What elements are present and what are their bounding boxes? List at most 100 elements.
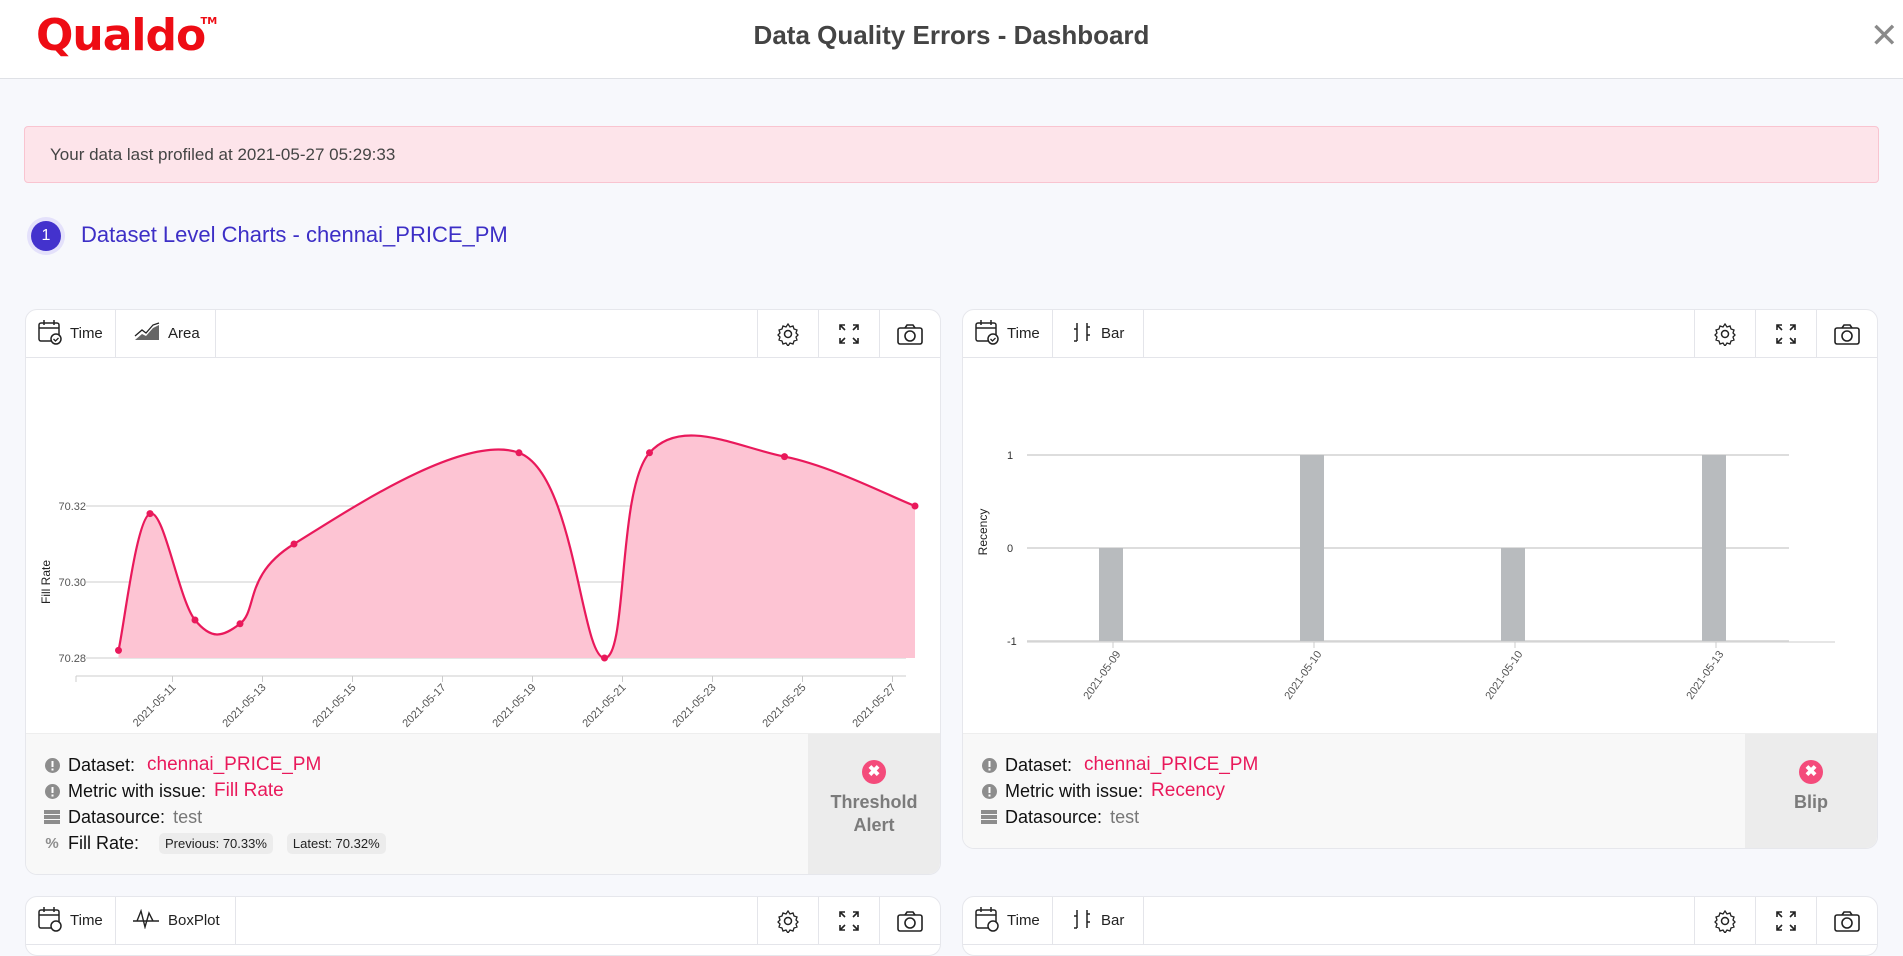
previous-value-chip: Previous: 70.33% (159, 832, 273, 854)
chart-info-footer: Dataset: chennai_PRICE_PM Metric with iss… (26, 733, 940, 874)
status-text: Blip (1794, 792, 1828, 812)
dataset-label: Dataset: (68, 754, 136, 775)
status-text-line2: Alert (853, 815, 895, 835)
expand-icon[interactable] (818, 310, 879, 357)
metric-label: Metric with issue: (68, 780, 207, 801)
calendar-check-icon (975, 319, 999, 349)
page-title: Data Quality Errors - Dashboard (753, 20, 1150, 50)
expand-icon[interactable] (818, 897, 879, 944)
bar (1300, 455, 1324, 641)
x-tick-label: 2021-05-11 (131, 682, 179, 730)
y-tick-label: 70.32 (58, 501, 86, 513)
time-button[interactable]: Time (963, 897, 1053, 944)
camera-icon[interactable] (879, 310, 940, 357)
gear-icon[interactable] (757, 897, 818, 944)
data-point (191, 616, 199, 624)
bar-chart-icon (1071, 908, 1093, 934)
datasource-label: Datasource: (1005, 806, 1103, 827)
time-label: Time (70, 912, 103, 929)
info-list: Dataset: chennai_PRICE_PM Metric with iss… (44, 752, 386, 856)
time-button[interactable]: Time (26, 897, 116, 944)
fill-rate-label: Fill Rate: (68, 832, 140, 853)
gear-icon[interactable] (1694, 310, 1755, 357)
latest-value-chip: Latest: 70.32% (286, 832, 386, 854)
datasource-value: test (1110, 806, 1140, 827)
server-icon (44, 809, 60, 825)
exclamation-circle-icon (44, 783, 60, 799)
area-chart-icon (134, 321, 160, 346)
chart-card-recency: Time Bar -1 0 1 Recency 2021-05-09 2021-05-10… (962, 309, 1878, 849)
gear-icon[interactable] (1694, 897, 1755, 944)
chart-type-bar-button[interactable]: Bar (1053, 310, 1144, 357)
x-tick-label: 2021-05-15 (310, 682, 358, 730)
gear-icon[interactable] (757, 310, 818, 357)
exclamation-circle-icon (981, 783, 997, 799)
chart-card-boxplot: Time BoxPlot (25, 896, 941, 956)
chart-toolbar: Time Bar (963, 310, 1877, 358)
x-tick-label: 2021-05-10 (1282, 649, 1324, 702)
calendar-check-icon (38, 319, 62, 349)
header: Qualdo TM Data Quality Errors - Dashboard… (0, 0, 1903, 79)
camera-icon[interactable] (879, 897, 940, 944)
time-button[interactable]: Time (26, 310, 116, 357)
camera-icon[interactable] (1816, 897, 1877, 944)
exclamation-circle-icon (44, 757, 60, 773)
y-axis-label: Fill Rate (39, 560, 53, 604)
boxplot-icon (132, 908, 160, 933)
chart-type-label: Area (168, 325, 200, 342)
dataset-label: Dataset: (1005, 754, 1073, 775)
expand-icon[interactable] (1755, 310, 1816, 357)
x-tick-label: 2021-05-10 (1483, 649, 1525, 702)
data-point (290, 540, 298, 548)
chart-card-bar-2: Time Bar (962, 896, 1878, 956)
chart-toolbar: Time BoxPlot (26, 897, 940, 945)
data-point (146, 510, 154, 518)
close-icon[interactable]: ✕ (1870, 18, 1900, 54)
chart-card-fill-rate: Time Area 70.28 70.30 70.32 Fill Rate 2021-0… (25, 309, 941, 875)
percent-icon: % (45, 834, 59, 852)
info-list: Dataset: chennai_PRICE_PM Metric with iss… (981, 752, 1258, 830)
status-panel: ✖ Blip (1745, 734, 1877, 848)
data-point (781, 453, 788, 461)
x-tick-label: 2021-05-27 (850, 682, 898, 730)
time-button[interactable]: Time (963, 310, 1053, 357)
chart-toolbar: Time Area (26, 310, 940, 358)
status-text-line1: Threshold (830, 792, 918, 812)
datasource-label: Datasource: (68, 806, 166, 827)
data-point (911, 502, 919, 510)
calendar-check-icon (975, 906, 999, 936)
server-icon (981, 809, 997, 825)
metric-label: Metric with issue: (1005, 780, 1144, 801)
step-badge: 1 (27, 217, 65, 255)
chart-toolbar: Time Bar (963, 897, 1877, 945)
exclamation-circle-icon (981, 757, 997, 773)
y-tick-label: 0 (1007, 543, 1013, 555)
recency-bar-chart: -1 0 1 Recency 2021-05-09 2021-05-10 2021-05-1… (976, 450, 1835, 702)
data-point (646, 449, 653, 457)
chart-type-bar-button[interactable]: Bar (1053, 897, 1144, 944)
x-tick-label: 2021-05-23 (670, 682, 718, 730)
x-tick-label: 2021-05-19 (490, 682, 538, 730)
section-title: Dataset Level Charts - chennai_PRICE_PM (81, 222, 508, 247)
expand-icon[interactable] (1755, 897, 1816, 944)
bar (1099, 548, 1123, 641)
bar-chart-icon (1071, 321, 1093, 347)
time-label: Time (70, 325, 103, 342)
camera-icon[interactable] (1816, 310, 1877, 357)
datasource-value: test (173, 806, 203, 827)
x-tick-label: 2021-05-13 (1684, 649, 1726, 702)
chart-type-boxplot-button[interactable]: BoxPlot (116, 897, 236, 944)
y-tick-label: 70.30 (58, 577, 86, 589)
y-tick-label: -1 (1007, 636, 1017, 648)
y-tick-label: 1 (1007, 450, 1013, 462)
chart-type-area-button[interactable]: Area (116, 310, 216, 357)
x-tick-label: 2021-05-25 (760, 682, 808, 730)
chart-info-footer: Dataset: chennai_PRICE_PM Metric with iss… (963, 733, 1877, 848)
dataset-value: chennai_PRICE_PM (1084, 754, 1259, 775)
calendar-check-icon (38, 906, 62, 936)
error-x-icon: ✖ (1799, 760, 1823, 784)
error-x-icon: ✖ (862, 760, 886, 784)
data-point (236, 620, 244, 628)
last-profiled-alert: Your data last profiled at 2021-05-27 05… (24, 126, 1879, 183)
time-label: Time (1007, 325, 1040, 342)
